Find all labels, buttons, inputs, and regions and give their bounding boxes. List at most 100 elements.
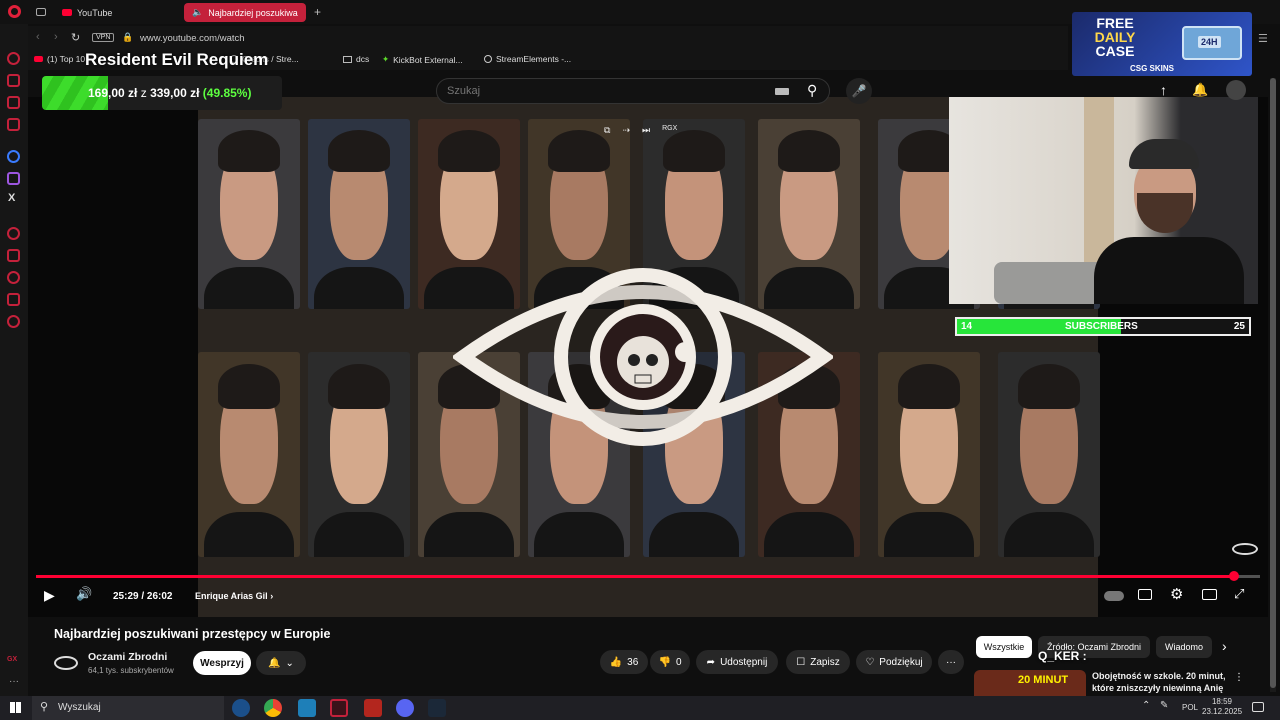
thumbs-down-icon: 👎 (658, 656, 671, 668)
sidebar-player-icon[interactable] (7, 227, 20, 240)
chip-all[interactable]: Wszystkie (976, 636, 1032, 658)
exit-icon[interactable]: ⇢ (622, 125, 630, 136)
steam-icon[interactable] (232, 699, 250, 717)
play-icon[interactable]: ▶ (44, 587, 55, 604)
clock[interactable]: 18:59 23.12.2025 (1202, 697, 1242, 717)
bookmark-item[interactable]: (1) Top 10 (34, 54, 85, 64)
video-overlay-icons: ⧉ ⇢ ⏭ RGX (604, 125, 677, 136)
more-actions-button[interactable]: ··· (938, 650, 964, 674)
steam-icon[interactable] (428, 699, 446, 717)
search-input[interactable] (447, 83, 767, 99)
progress-scrubber[interactable] (1229, 571, 1240, 581)
hair (328, 130, 390, 173)
save-button[interactable]: ☐ Zapisz (786, 650, 850, 674)
share-button[interactable]: ➦ Udostępnij (696, 650, 778, 674)
rec-thumbnail[interactable]: 20 MINUT (974, 670, 1086, 696)
like-button[interactable]: 👍 36 (600, 650, 648, 674)
tab-youtube[interactable]: YouTube (54, 3, 180, 22)
sidebar-aria-icon[interactable] (7, 52, 20, 65)
sidebar-games-icon[interactable] (7, 74, 20, 87)
reload-icon[interactable]: ↻ (71, 31, 80, 44)
x-twitter-icon[interactable]: X (8, 192, 15, 204)
miniplayer-icon[interactable] (1202, 589, 1217, 600)
tray-pen-icon[interactable]: ✎ (1160, 700, 1168, 711)
more-icon[interactable]: ··· (9, 676, 19, 687)
sidebar-history-icon[interactable] (7, 271, 20, 284)
notifications-icon[interactable]: 🔔 (1192, 82, 1208, 98)
chapter-button[interactable]: Enrique Arias Gil › (195, 591, 273, 601)
youtube-icon (62, 9, 72, 16)
scrollbar-thumb[interactable] (1270, 78, 1276, 688)
tab-switcher-icon[interactable] (36, 8, 46, 16)
chips-next-icon[interactable]: › (1222, 638, 1227, 654)
upload-icon[interactable]: ↑ (1160, 82, 1167, 98)
subs-goal: 25 (1233, 321, 1245, 332)
folder-icon (343, 55, 352, 63)
sidebar-discord-icon[interactable] (7, 118, 20, 131)
instagram-icon[interactable] (7, 172, 20, 185)
progress-track[interactable] (36, 571, 1260, 581)
avatar[interactable] (1226, 80, 1246, 100)
scrollbar[interactable] (1270, 78, 1276, 692)
tray-chevron-icon[interactable]: ⌃ (1142, 700, 1150, 711)
discord-taskbar-icon[interactable] (396, 699, 414, 717)
search-box[interactable]: ⚲ (436, 78, 830, 104)
youtube-icon (34, 56, 43, 62)
channel-avatar-eye-icon[interactable] (54, 656, 78, 670)
mugshot-photo (878, 352, 980, 557)
sidebar-extensions-icon[interactable] (7, 293, 20, 306)
thanks-button[interactable]: ♡ Podziękuj (856, 650, 932, 674)
support-button[interactable]: Wesprzyj (193, 651, 251, 675)
rec-menu-icon[interactable]: ⋮ (1234, 672, 1244, 683)
forward-icon[interactable]: › (54, 31, 58, 43)
browser-menu-icon[interactable]: ☰ (1258, 32, 1268, 45)
chevron-down-icon: ⌄ (285, 657, 294, 669)
fullscreen-icon[interactable]: ⤢ (1234, 586, 1244, 602)
notification-center-icon[interactable] (1252, 702, 1264, 712)
tab-active-video[interactable]: 🔈 Najbardziej poszukiwani (184, 3, 306, 22)
hair (218, 130, 280, 173)
app-icon[interactable] (298, 699, 316, 717)
messenger-icon[interactable] (7, 150, 20, 163)
channel-name[interactable]: Oczami Zbrodni (88, 651, 167, 663)
dislike-button[interactable]: 👎 0 (650, 650, 690, 674)
next-icon[interactable]: ⏭ (642, 125, 650, 136)
game-title-overlay: Resident Evil Requiem (85, 50, 269, 69)
opera-gx-taskbar-icon[interactable] (330, 699, 348, 717)
search-icon[interactable]: ⚲ (807, 82, 817, 99)
new-tab-button[interactable]: + (314, 5, 321, 19)
bookmark-folder[interactable]: dcs (343, 54, 369, 64)
csgo-skins-ad[interactable]: FREE DAILY CASE CSG SKINS 24H (1072, 12, 1252, 76)
bookmark-item[interactable]: ✦ KickBot External... (382, 54, 463, 65)
chrome-icon[interactable] (264, 699, 282, 717)
notification-bell-button[interactable]: 🔔 ⌄ (256, 651, 306, 675)
volume-icon[interactable]: 🔊 (76, 586, 92, 602)
url-text[interactable]: www.youtube.com/watch (140, 33, 245, 44)
thanks-icon: ♡ (865, 656, 875, 668)
language-indicator[interactable]: POL (1182, 703, 1198, 712)
subtitles-icon[interactable] (1138, 589, 1152, 600)
voice-search-icon[interactable]: 🎤 (846, 78, 872, 104)
rec-title[interactable]: Obojętność w szkole. 20 minut, które zni… (1092, 670, 1234, 696)
keyboard-icon[interactable] (775, 88, 789, 95)
chip-news[interactable]: Wiadomo (1156, 636, 1212, 658)
autoplay-toggle[interactable] (1104, 591, 1124, 601)
subs-label: SUBSCRIBERS (1065, 321, 1138, 332)
taskbar-search[interactable]: ⚲ Wyszukaj (32, 696, 224, 720)
sidebar-settings-icon[interactable] (7, 315, 20, 328)
back-icon[interactable]: ‹ (36, 31, 40, 43)
ad-headline: FREE DAILY CASE (1094, 15, 1136, 59)
opera-logo-icon[interactable] (8, 5, 21, 18)
settings-icon[interactable]: ⚙ (1170, 585, 1183, 603)
kickbot-icon: ✦ (382, 54, 390, 64)
windows-start-icon[interactable] (10, 702, 21, 713)
app-icon[interactable] (364, 699, 382, 717)
subscriber-goal-bar: 14 SUBSCRIBERS 25 (955, 317, 1251, 336)
vpn-badge[interactable]: VPN (92, 33, 115, 42)
miniplayer-icon[interactable]: ⧉ (604, 125, 610, 136)
bookmark-item[interactable]: StreamElements -... (484, 54, 571, 64)
video-player[interactable]: ⧉ ⇢ ⏭ RGX 14 SUBSCRIBERS 25 ▶ 🔊 25:29 / … (28, 97, 1268, 617)
sidebar-wallet-icon[interactable] (7, 249, 20, 262)
rgx-icon[interactable]: RGX (662, 125, 677, 136)
sidebar-twitch-icon[interactable] (7, 96, 20, 109)
